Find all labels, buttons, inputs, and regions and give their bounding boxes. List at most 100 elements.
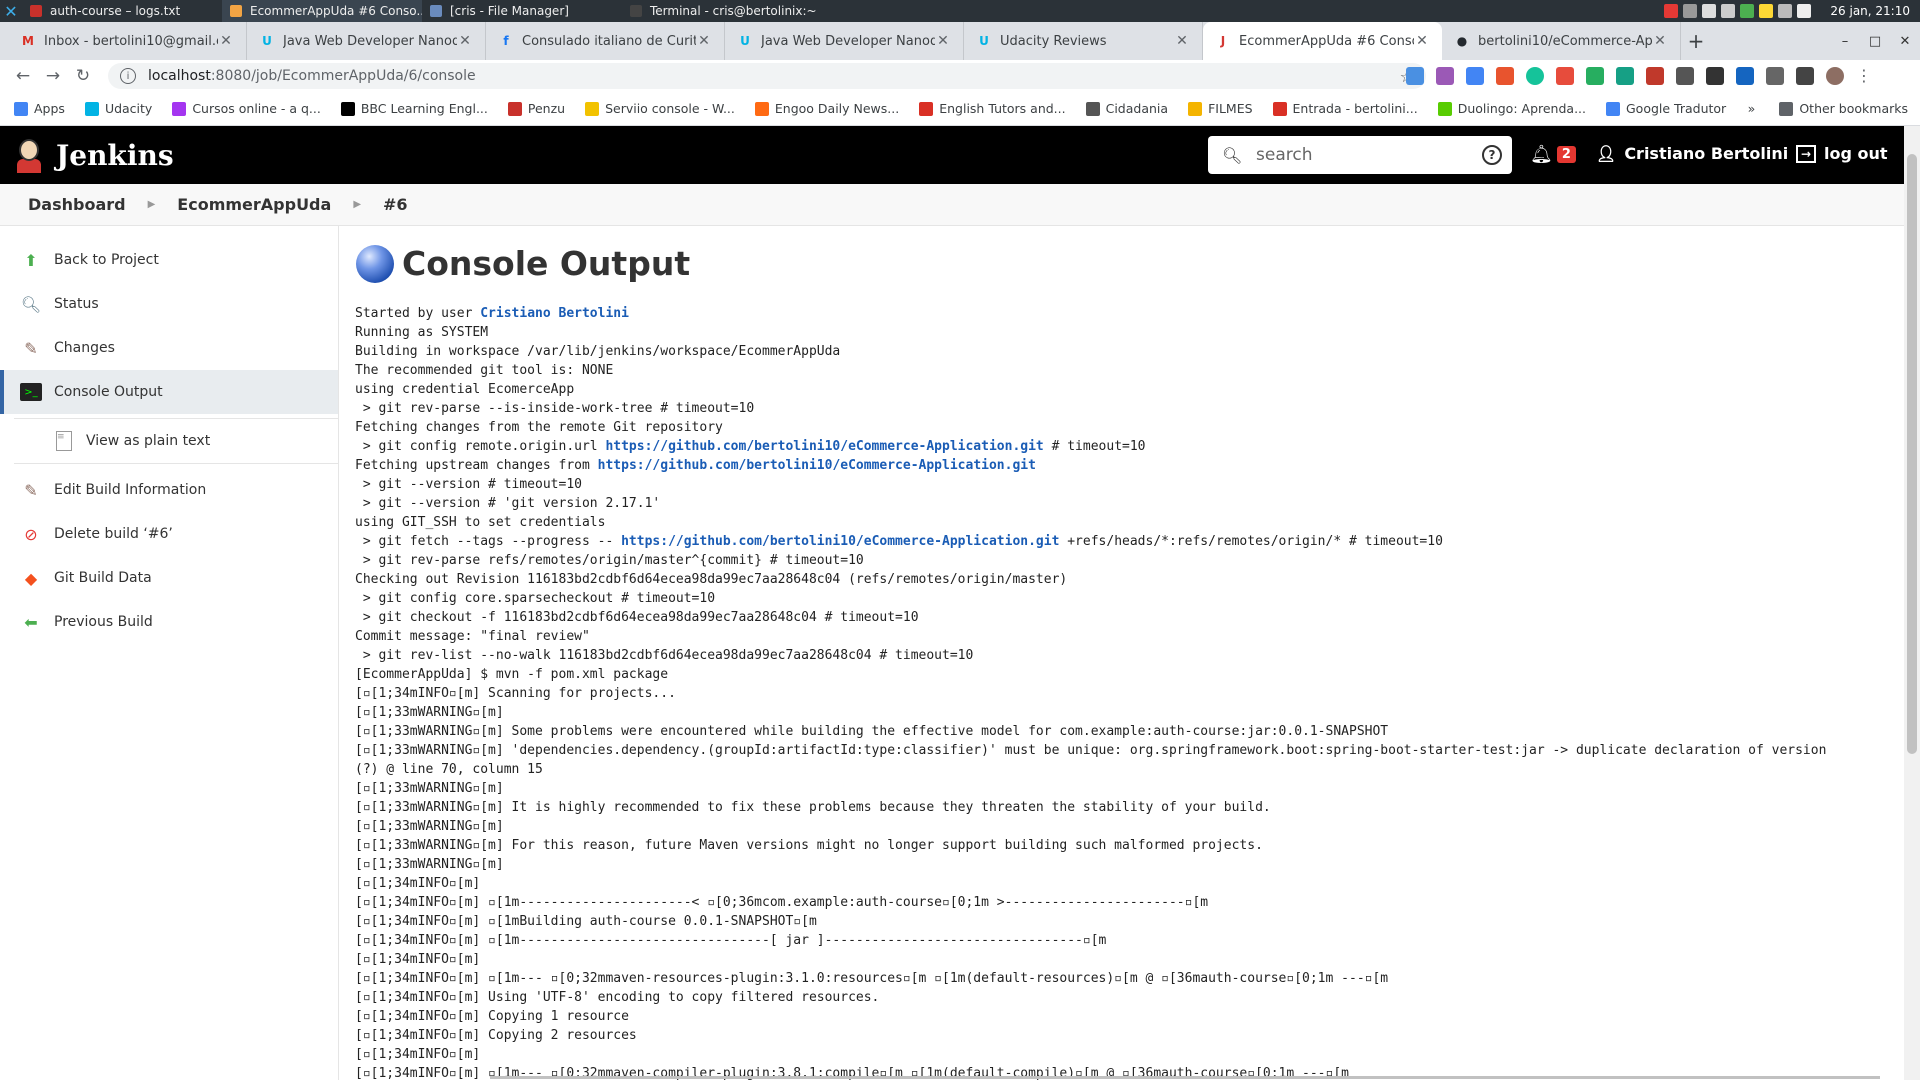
bookmark-item[interactable]: English Tutors and...	[919, 101, 1066, 116]
minimize-icon[interactable]: –	[1830, 34, 1860, 49]
browser-tab[interactable]: ● bertolini10/eCommerce-Applic✕	[1442, 22, 1681, 60]
jenkins-logo[interactable]: Jenkins	[14, 137, 174, 173]
puzzle-icon[interactable]	[1766, 66, 1784, 85]
vpn-extension-icon[interactable]	[1706, 66, 1724, 85]
bookmark-item[interactable]: Engoo Daily News...	[754, 101, 899, 116]
search-input[interactable]: search	[1256, 145, 1312, 165]
close-tab-icon[interactable]: ✕	[1414, 33, 1430, 49]
taskbar-task-label: [cris - File Manager]	[450, 4, 569, 18]
app-launcher-icon[interactable]: ✕	[0, 0, 22, 22]
bookmark-item[interactable]: Penzu	[507, 101, 565, 116]
logout-link[interactable]: → log out	[1796, 144, 1888, 163]
console-link[interactable]: https://github.com/bertolini10/eCommerce…	[621, 534, 1059, 549]
bookmark-item[interactable]: FILMES	[1188, 101, 1253, 116]
console-text: Started by user	[355, 306, 481, 321]
cast-icon[interactable]	[1676, 66, 1694, 85]
taskbar-task[interactable]: auth-course – logs.txt	[22, 0, 222, 22]
browser-tab[interactable]: J EcommerAppUda #6 Console [✕	[1203, 22, 1442, 60]
browser-tab[interactable]: U Java Web Developer Nanodegr✕	[247, 22, 486, 60]
bookmark-item[interactable]: Cidadania	[1085, 101, 1169, 116]
maximize-icon[interactable]: □	[1860, 34, 1890, 49]
reload-icon[interactable]: ↻	[68, 66, 98, 86]
browser-tab[interactable]: U Java Web Developer Nanodegr✕	[725, 22, 964, 60]
breadcrumb-job[interactable]: EcommerAppUda	[177, 195, 331, 214]
horizontal-scrollbar[interactable]	[490, 1076, 1880, 1079]
notifications[interactable]: 🔔︎ 2	[1530, 144, 1576, 165]
close-tab-icon[interactable]: ✕	[1652, 33, 1668, 49]
clock[interactable]: 26 jan, 21:10	[1830, 4, 1910, 18]
browser-tab[interactable]: f Consulado italiano de Curitiba✕	[486, 22, 725, 60]
back-arrow-icon[interactable]: ←	[8, 66, 38, 86]
close-tab-icon[interactable]: ✕	[218, 33, 234, 49]
other-bookmarks[interactable]: Other bookmarks	[1779, 101, 1908, 116]
new-tab-button[interactable]: +	[1681, 22, 1711, 60]
search-box[interactable]: 🔍︎ search ?	[1208, 136, 1512, 174]
more-bookmarks-icon[interactable]: »	[1748, 101, 1756, 116]
bookmark-item[interactable]: Cursos online - a q...	[172, 101, 321, 116]
red-extension-icon[interactable]	[1496, 66, 1514, 85]
console-text: [▫[1;34mINFO▫[m] Copying 2 resources	[355, 1028, 637, 1043]
vertical-scrollbar[interactable]	[1904, 126, 1920, 1080]
bookmark-item[interactable]: Udacity	[84, 101, 152, 116]
counter-extension-icon[interactable]	[1586, 66, 1604, 85]
gear-extension-icon[interactable]	[1736, 66, 1754, 85]
counter-extension-icon[interactable]	[1616, 66, 1634, 85]
breadcrumb-build[interactable]: #6	[383, 195, 408, 214]
sidebar-item-previous-build[interactable]: ⬅ Previous Build	[0, 600, 338, 644]
console-text: [▫[1;33mWARNING▫[m]	[355, 857, 504, 872]
forward-arrow-icon[interactable]: →	[38, 66, 68, 86]
console-link[interactable]: Cristiano Bertolini	[480, 306, 629, 321]
bookmark-label: Cidadania	[1105, 101, 1169, 116]
sidebar-item-view-plain-text[interactable]: ≡ View as plain text	[14, 418, 338, 464]
close-tab-icon[interactable]: ✕	[1174, 33, 1190, 49]
tray-app-icon[interactable]	[1664, 4, 1679, 18]
sidebar-item-status[interactable]: 🔍︎ Status	[0, 282, 338, 326]
bookmark-item[interactable]: Google Tradutor	[1606, 101, 1726, 116]
sidebar-item-console-output[interactable]: >_ Console Output	[0, 370, 338, 414]
battery-icon[interactable]	[1740, 4, 1755, 18]
counter-extension-icon[interactable]	[1556, 66, 1574, 85]
microphone-icon[interactable]	[1683, 4, 1698, 18]
sidebar-item-edit-build-info[interactable]: ✎ Edit Build Information	[0, 468, 338, 512]
taskbar-task[interactable]: EcommerAppUda #6 Conso...	[222, 0, 422, 22]
breadcrumb-dashboard[interactable]: Dashboard	[28, 195, 126, 214]
scrollbar-thumb[interactable]	[1907, 154, 1917, 754]
console-link[interactable]: https://github.com/bertolini10/eCommerce…	[598, 458, 1036, 473]
sidebar-item-changes[interactable]: ✎ Changes	[0, 326, 338, 370]
console-link[interactable]: https://github.com/bertolini10/eCommerce…	[605, 439, 1043, 454]
address-bar[interactable]: i localhost:8080/job/EcommerAppUda/6/con…	[108, 63, 1426, 89]
clipboard-icon[interactable]	[1797, 4, 1812, 18]
close-tab-icon[interactable]: ✕	[935, 33, 951, 49]
sidebar-item-delete-build[interactable]: ⊘ Delete build ‘#6’	[0, 512, 338, 556]
user-menu[interactable]: 👤︎ Cristiano Bertolini	[1596, 144, 1788, 163]
bookmark-item[interactable]: Serviio console - W...	[585, 101, 735, 116]
site-info-icon[interactable]: i	[120, 68, 136, 84]
bookmark-item[interactable]: BBC Learning Engl...	[340, 101, 488, 116]
profile-avatar[interactable]	[1826, 66, 1844, 85]
bookmark-favicon-icon	[172, 101, 187, 116]
sidebar-item-git-build-data[interactable]: ◆ Git Build Data	[0, 556, 338, 600]
notes-icon[interactable]	[1759, 4, 1774, 18]
counter-extension-icon[interactable]	[1646, 66, 1664, 85]
dropbox-icon[interactable]	[1702, 4, 1717, 18]
reading-list-icon[interactable]	[1796, 66, 1814, 85]
network-icon[interactable]	[1721, 4, 1736, 18]
taskbar-task[interactable]: [cris - File Manager]	[422, 0, 622, 22]
pen-extension-icon[interactable]	[1436, 66, 1454, 85]
taskbar-task[interactable]: Terminal - cris@bertolinix:~	[622, 0, 822, 22]
grammarly-extension-icon[interactable]	[1526, 66, 1544, 85]
chrome-menu-icon[interactable]: ⋮	[1856, 66, 1872, 85]
close-window-icon[interactable]: ✕	[1890, 34, 1920, 49]
browser-tab[interactable]: U Udacity Reviews ✕	[964, 22, 1203, 60]
browser-tab[interactable]: M Inbox - bertolini10@gmail.com✕	[8, 22, 247, 60]
close-tab-icon[interactable]: ✕	[696, 33, 712, 49]
help-icon[interactable]: ?	[1482, 145, 1502, 165]
volume-icon[interactable]	[1778, 4, 1793, 18]
sidebar-item-back-to-project[interactable]: ⬆ Back to Project	[0, 238, 338, 282]
bookmark-item[interactable]: Entrada - bertolini...	[1272, 101, 1418, 116]
zoom-extension-icon[interactable]	[1406, 66, 1424, 85]
bookmark-item[interactable]: Duolingo: Aprenda...	[1437, 101, 1586, 116]
close-tab-icon[interactable]: ✕	[457, 33, 473, 49]
bookmark-item[interactable]: Apps	[14, 101, 65, 116]
translate-extension-icon[interactable]	[1466, 66, 1484, 85]
